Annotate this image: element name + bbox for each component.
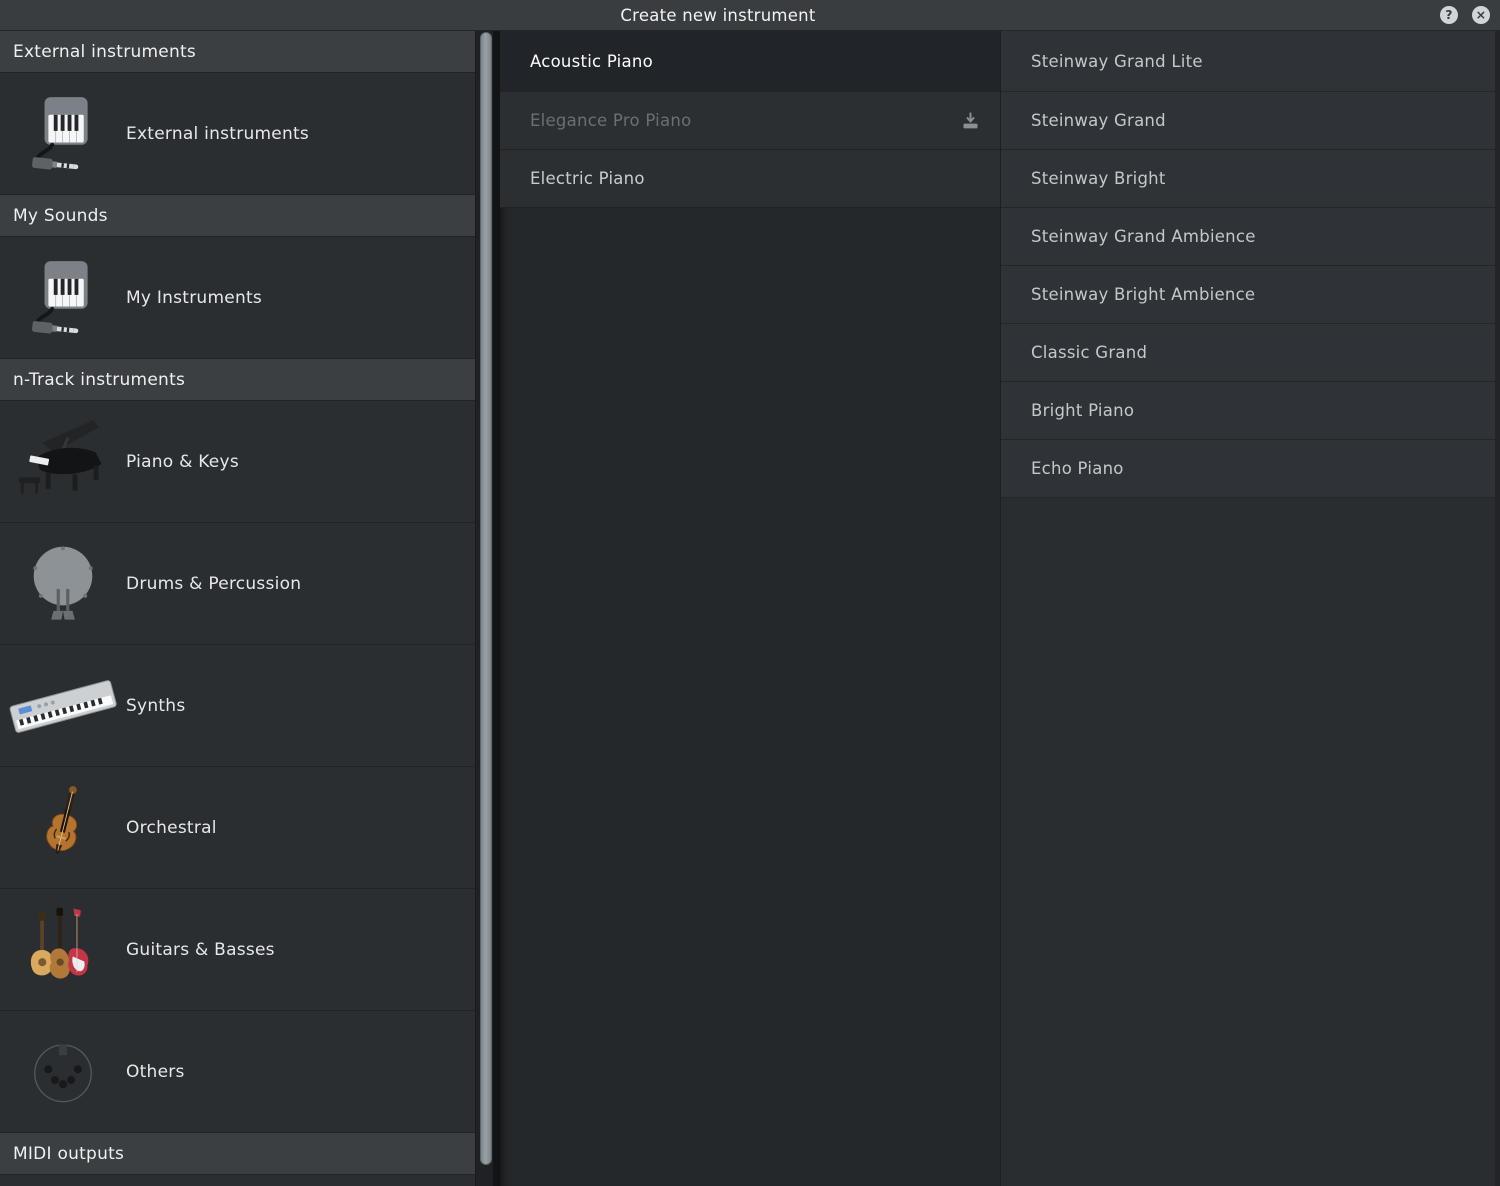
sidebar-item-label: Synths bbox=[126, 696, 185, 716]
sidebar-header-external-instruments: External instruments bbox=[0, 31, 475, 73]
sidebar-scrollbar-thumb[interactable] bbox=[480, 32, 492, 1165]
close-icon[interactable]: × bbox=[1472, 6, 1490, 24]
sidebar-scrollbar-track[interactable] bbox=[476, 31, 500, 1186]
violin-icon bbox=[0, 781, 126, 875]
preset-row-label: Steinway Bright Ambience bbox=[1031, 285, 1500, 304]
sidebar-item-external-instruments[interactable]: External instruments bbox=[0, 73, 475, 195]
sidebar-header-label: MIDI outputs bbox=[13, 1144, 124, 1164]
preset-row-label: Steinway Grand Lite bbox=[1031, 52, 1500, 71]
instrument-type-list: Acoustic Piano Elegance Pro Piano Electr… bbox=[500, 31, 1000, 1186]
midi-keyboard-jack-icon bbox=[0, 258, 126, 338]
instrument-row-electric-piano[interactable]: Electric Piano bbox=[500, 150, 1000, 208]
preset-row-label: Steinway Grand bbox=[1031, 111, 1500, 130]
grand-piano-icon bbox=[0, 412, 126, 512]
preset-list: Steinway Grand Lite Steinway Grand Stein… bbox=[1000, 31, 1500, 1186]
midi-din-icon bbox=[0, 1037, 126, 1107]
sidebar-header-midi-outputs: MIDI outputs bbox=[0, 1133, 475, 1175]
preset-row-steinway-grand-lite[interactable]: Steinway Grand Lite bbox=[1001, 31, 1500, 92]
preset-row-classic-grand[interactable]: Classic Grand bbox=[1001, 324, 1500, 382]
sidebar-item-piano-keys[interactable]: Piano & Keys bbox=[0, 401, 475, 523]
preset-row-steinway-grand-ambience[interactable]: Steinway Grand Ambience bbox=[1001, 208, 1500, 266]
preset-row-steinway-grand[interactable]: Steinway Grand bbox=[1001, 92, 1500, 150]
instrument-row-acoustic-piano[interactable]: Acoustic Piano bbox=[500, 31, 1000, 92]
sidebar-item-guitars-basses[interactable]: Guitars & Basses bbox=[0, 889, 475, 1011]
sidebar-item-label: Others bbox=[126, 1062, 185, 1082]
preset-row-label: Steinway Grand Ambience bbox=[1031, 227, 1500, 246]
sidebar-item-label: Guitars & Basses bbox=[126, 940, 275, 960]
sidebar-item-label: External instruments bbox=[126, 124, 309, 144]
dialog-titlebar[interactable]: Create new instrument ? × bbox=[0, 0, 1500, 31]
preset-row-label: Bright Piano bbox=[1031, 401, 1500, 420]
create-instrument-dialog: Create new instrument ? × External instr… bbox=[0, 0, 1500, 1186]
instrument-row-elegance-pro-piano[interactable]: Elegance Pro Piano bbox=[500, 92, 1000, 150]
dialog-content: External instruments External instrument… bbox=[0, 31, 1500, 1186]
instrument-row-label: Acoustic Piano bbox=[530, 52, 958, 71]
sidebar-item-label: Drums & Percussion bbox=[126, 574, 301, 594]
preset-row-echo-piano[interactable]: Echo Piano bbox=[1001, 440, 1500, 498]
sidebar-item-label: Piano & Keys bbox=[126, 452, 239, 472]
preset-row-label: Classic Grand bbox=[1031, 343, 1500, 362]
sidebar-header-label: External instruments bbox=[13, 42, 196, 62]
sidebar-header-my-sounds: My Sounds bbox=[0, 195, 475, 237]
titlebar-buttons: ? × bbox=[1440, 0, 1490, 30]
bass-drum-icon bbox=[0, 537, 126, 631]
preset-row-steinway-bright[interactable]: Steinway Bright bbox=[1001, 150, 1500, 208]
preset-row-label: Steinway Bright bbox=[1031, 169, 1500, 188]
synth-keyboard-icon bbox=[0, 667, 126, 745]
sidebar-item-label: Orchestral bbox=[126, 818, 217, 838]
sidebar-item-others[interactable]: Others bbox=[0, 1011, 475, 1133]
sidebar-item-orchestral[interactable]: Orchestral bbox=[0, 767, 475, 889]
sidebar-item-label: My Instruments bbox=[126, 288, 262, 308]
midi-keyboard-jack-icon bbox=[0, 94, 126, 174]
instrument-row-label: Elegance Pro Piano bbox=[530, 111, 958, 130]
preset-row-steinway-bright-ambience[interactable]: Steinway Bright Ambience bbox=[1001, 266, 1500, 324]
sidebar-header-label: n-Track instruments bbox=[13, 370, 185, 390]
category-sidebar: External instruments External instrument… bbox=[0, 31, 476, 1186]
download-icon[interactable] bbox=[958, 109, 982, 133]
sidebar-item-my-instruments[interactable]: My Instruments bbox=[0, 237, 475, 359]
sidebar-header-label: My Sounds bbox=[13, 206, 108, 226]
sidebar-header-n-track-instruments: n-Track instruments bbox=[0, 359, 475, 401]
preset-row-bright-piano[interactable]: Bright Piano bbox=[1001, 382, 1500, 440]
sidebar-item-drums-percussion[interactable]: Drums & Percussion bbox=[0, 523, 475, 645]
sidebar-item-synths[interactable]: Synths bbox=[0, 645, 475, 767]
help-icon[interactable]: ? bbox=[1440, 6, 1458, 24]
dialog-title: Create new instrument bbox=[620, 6, 815, 25]
preset-row-label: Echo Piano bbox=[1031, 459, 1500, 478]
guitars-icon bbox=[0, 901, 126, 999]
instrument-row-label: Electric Piano bbox=[530, 169, 958, 188]
